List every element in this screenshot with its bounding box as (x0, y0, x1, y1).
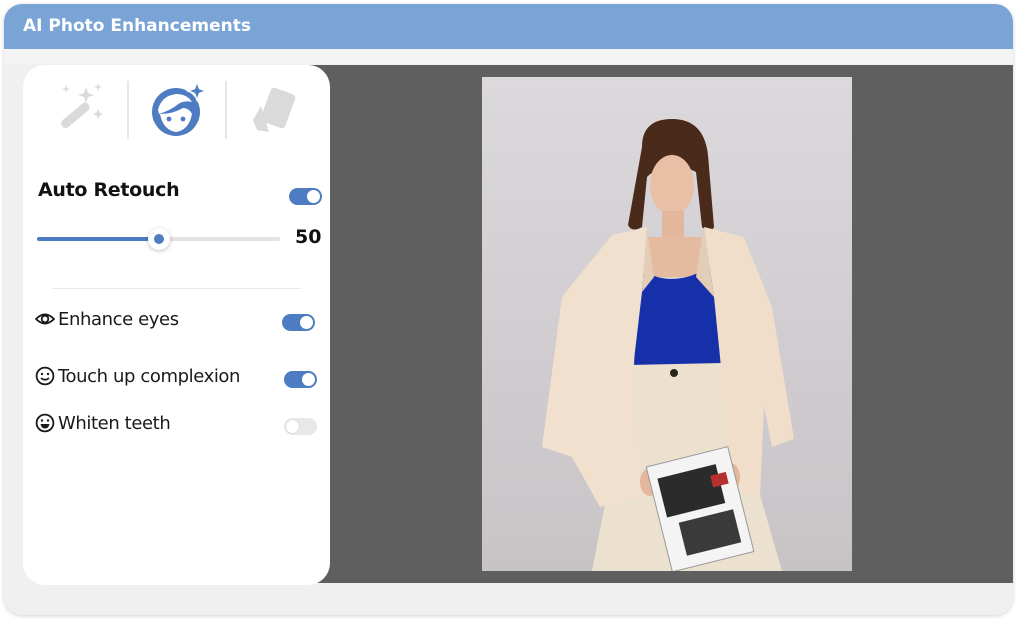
whiten-teeth-label: Whiten teeth (58, 412, 171, 434)
option-enhance-eyes: Enhance eyes (35, 305, 179, 333)
auto-retouch-toggle[interactable] (289, 188, 322, 205)
titlebar-shadow (4, 49, 1013, 64)
app-window: AI Photo Enhancements Auto Retouch 50 En… (4, 4, 1013, 615)
slider-handle[interactable] (147, 228, 170, 250)
enhancement-panel: Auto Retouch 50 Enhance eyes Touch up co… (23, 65, 330, 585)
retouch-strength-value: 50 (295, 226, 322, 248)
enhance-eyes-toggle[interactable] (282, 314, 315, 331)
tool-tabs (23, 65, 330, 160)
face-sparkle-icon (152, 80, 207, 136)
canvas-workspace (254, 65, 1013, 583)
tool-face-retouch[interactable] (143, 79, 213, 139)
auto-retouch-label: Auto Retouch (38, 179, 180, 201)
section-divider (52, 288, 301, 289)
eye-icon (35, 309, 55, 329)
tool-divider (225, 81, 227, 139)
cards-icon (253, 87, 296, 132)
portrait-photo (542, 119, 794, 571)
tool-magic-wand[interactable] (45, 79, 115, 139)
retouch-strength-slider[interactable] (37, 228, 280, 250)
magic-wand-icon (61, 83, 103, 129)
option-whiten-teeth: Whiten teeth (35, 409, 171, 437)
window-title: AI Photo Enhancements (4, 4, 1013, 49)
enhance-eyes-label: Enhance eyes (58, 308, 179, 330)
tool-cards[interactable] (241, 79, 311, 139)
photo-preview[interactable] (482, 77, 852, 571)
tool-divider (127, 81, 129, 139)
whiten-teeth-toggle[interactable] (284, 418, 317, 435)
grin-icon (35, 413, 55, 433)
touch-up-complexion-toggle[interactable] (284, 371, 317, 388)
slider-fill (37, 237, 159, 241)
touch-up-complexion-label: Touch up complexion (58, 365, 241, 387)
smile-icon (35, 366, 55, 386)
option-touch-up-complexion: Touch up complexion (35, 362, 240, 390)
